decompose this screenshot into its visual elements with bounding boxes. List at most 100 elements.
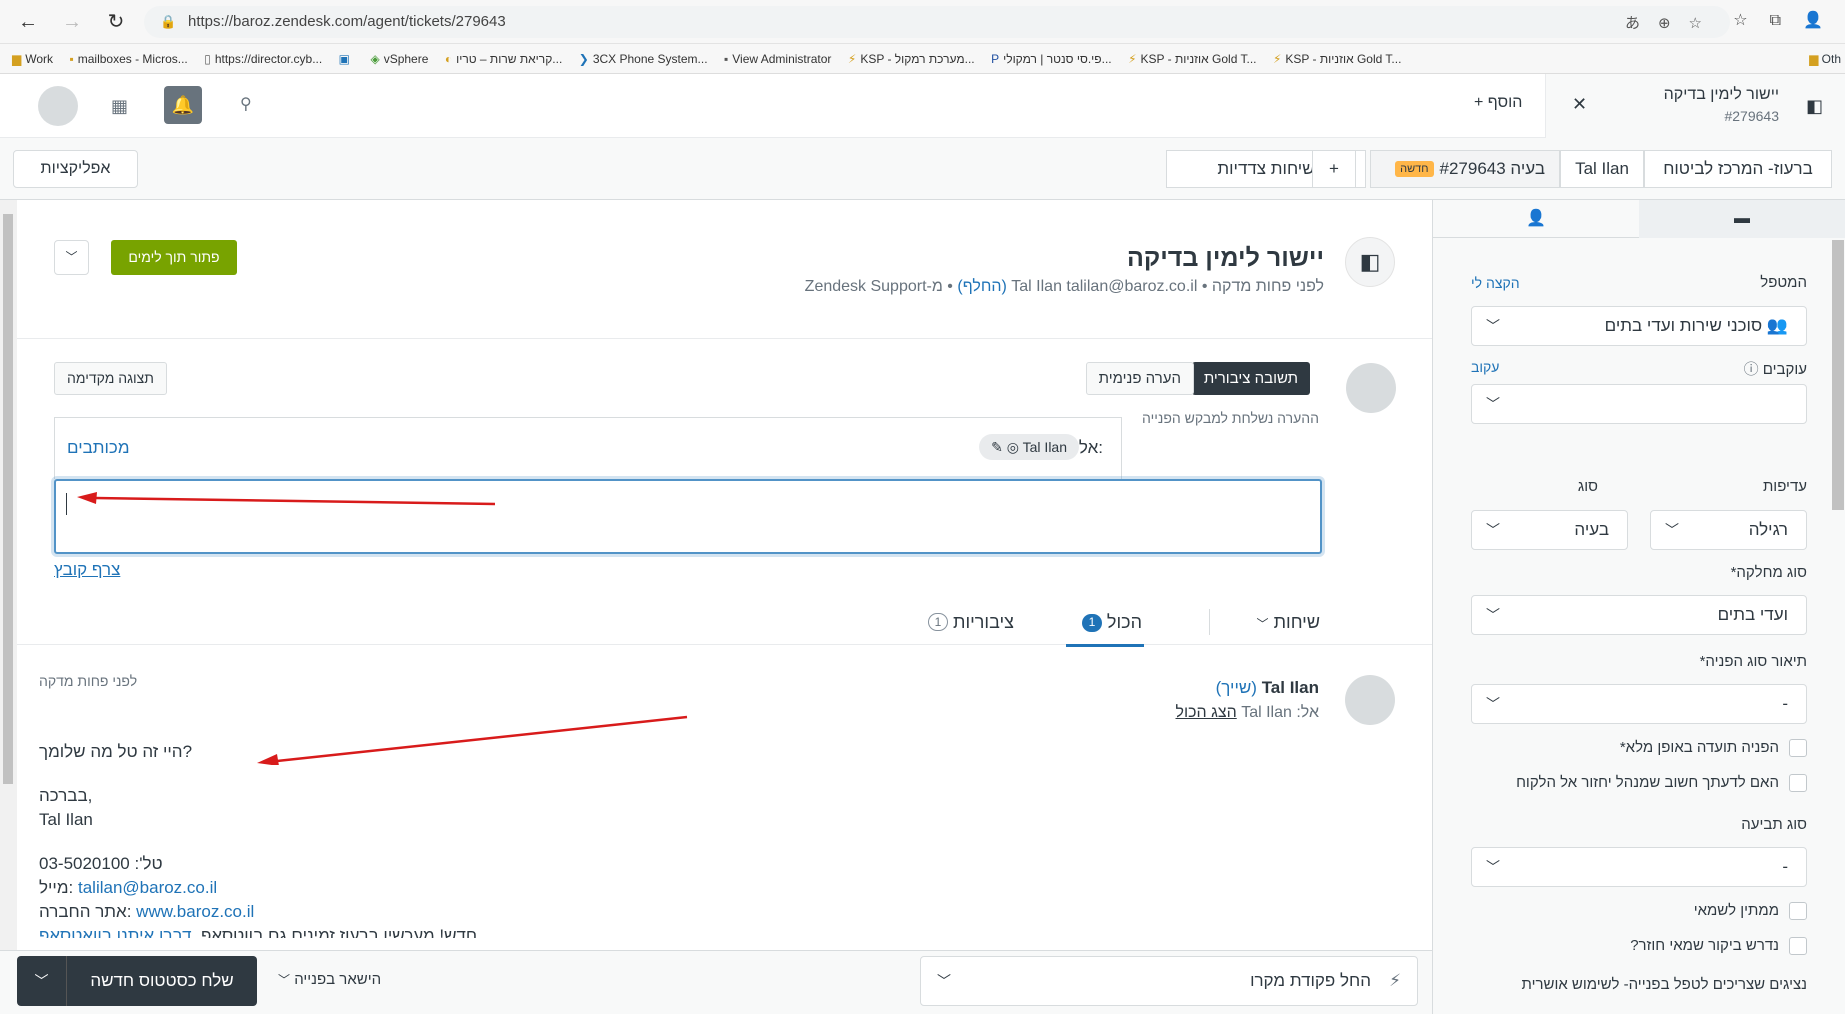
chevron-down-icon: ﹀ bbox=[1486, 859, 1500, 875]
change-requester-link[interactable]: (החלף) bbox=[957, 278, 1006, 295]
browser-actions-icon[interactable]: ☆⧉👤 bbox=[1733, 10, 1845, 30]
sidebar-scrollbar[interactable] bbox=[1832, 240, 1844, 510]
bookmark-item[interactable]: ▣ bbox=[338, 44, 354, 73]
annotation-arrow bbox=[77, 492, 496, 506]
apply-macro-select[interactable]: ﹀ החל פקודת מקרו ⚡ bbox=[920, 956, 1418, 1006]
preview-button[interactable]: תצוגה מקדימה bbox=[54, 362, 167, 395]
reload-icon[interactable]: ↻ bbox=[104, 10, 128, 34]
public-reply-button[interactable]: תשובה ציבורית bbox=[1191, 362, 1310, 395]
bookmark-item[interactable]: ⚡ KSP - אוזניות Gold T... bbox=[1128, 44, 1256, 73]
request-type-select[interactable]: - ﹀ bbox=[1471, 684, 1807, 724]
ticket-main: ◧ יישור לימין בדיקה לפני פחות מדקה • Tal… bbox=[17, 200, 1432, 950]
chevron-down-icon: ﹀ bbox=[937, 973, 951, 989]
followers-label: עוקבים ⓘ bbox=[1743, 361, 1807, 378]
assign-link[interactable]: (שייך) bbox=[1216, 678, 1257, 697]
bookmark-item[interactable]: ◐ קריאת שרות – טריו... bbox=[444, 44, 562, 73]
manager-callback-checkbox[interactable] bbox=[1789, 774, 1807, 792]
add-button[interactable]: + הוסף bbox=[1474, 94, 1522, 112]
message-line: היי זה טל מה שלומך? bbox=[39, 742, 193, 761]
bookmark-icon: ▪ bbox=[69, 52, 74, 66]
conversation-filters: שיחות ﹀ הכול 1 ציבוריות 1 bbox=[17, 585, 1432, 647]
lightning-icon: ⚡ bbox=[1389, 971, 1401, 990]
add-side-conversation-button[interactable]: + bbox=[1312, 150, 1356, 188]
bookmark-icon: ❯ bbox=[578, 52, 589, 66]
solve-button[interactable]: פתור תוך לימים bbox=[111, 240, 237, 275]
website-link[interactable]: www.baroz.co.il bbox=[136, 902, 254, 921]
followers-input[interactable]: ﹀ bbox=[1471, 384, 1807, 424]
products-grid-icon[interactable]: ▦ bbox=[111, 96, 128, 117]
address-bar-icons[interactable]: あ⊕☆ bbox=[1625, 12, 1720, 33]
attach-file-link[interactable]: צרף קובץ bbox=[54, 560, 120, 580]
waiting-appraiser-checkbox[interactable] bbox=[1789, 902, 1807, 920]
follow-link[interactable]: עקוב bbox=[1471, 359, 1499, 375]
email-link[interactable]: talilan@baroz.co.il bbox=[78, 878, 217, 897]
chevron-down-icon[interactable]: ﹀ bbox=[17, 956, 67, 1006]
bookmark-item[interactable]: ⚡ KSP - אוזניות Gold T... bbox=[1273, 44, 1401, 73]
main-scrollbar[interactable] bbox=[0, 200, 17, 950]
bookmark-item[interactable]: ❯ 3CX Phone System... bbox=[578, 44, 708, 73]
bookmark-icon: ◐ bbox=[444, 52, 453, 66]
submit-button[interactable]: שלח כסטטוס חדשה bbox=[67, 956, 257, 1006]
bookmark-item[interactable]: P פי.סי סנטר | רמקולי... bbox=[991, 44, 1112, 73]
search-icon[interactable]: ⚲ bbox=[240, 94, 252, 114]
forward-icon[interactable]: → bbox=[60, 10, 84, 34]
filter-public[interactable]: ציבוריות 1 bbox=[922, 612, 1014, 633]
other-bookmarks[interactable]: ▆ Oth bbox=[1809, 44, 1841, 73]
priority-select[interactable]: רגילה ﹀ bbox=[1650, 510, 1807, 550]
breadcrumb-ticket[interactable]: בעיה #279643 חדשה bbox=[1370, 150, 1560, 188]
claim-type-select[interactable]: - ﹀ bbox=[1471, 847, 1807, 887]
request-type-value: - bbox=[1782, 694, 1788, 713]
appraiser-revisit-checkbox[interactable] bbox=[1789, 937, 1807, 955]
priority-label: עדיפות bbox=[1762, 478, 1807, 495]
group-icon: 👥 bbox=[1762, 316, 1788, 335]
show-all-link[interactable]: הצג הכול bbox=[1176, 704, 1237, 721]
message-author[interactable]: Tal Ilan (שייך) bbox=[1216, 678, 1319, 698]
internal-note-button[interactable]: הערה פנימית bbox=[1085, 362, 1194, 395]
conversations-dropdown[interactable]: שיחות ﹀ bbox=[1257, 612, 1320, 633]
apps-button[interactable]: אפליקציות bbox=[13, 150, 138, 188]
address-bar[interactable]: 🔒 https://baroz.zendesk.com/agent/ticket… bbox=[144, 6, 1730, 38]
department-label: סוג מחלקה* bbox=[1730, 564, 1807, 581]
documented-checkbox[interactable] bbox=[1789, 739, 1807, 757]
signature-mail: מייל: talilan@baroz.co.il bbox=[39, 878, 218, 897]
bookmark-item[interactable]: ▪ View Administrator bbox=[724, 44, 831, 73]
bookmark-item[interactable]: ⚡ KSP - מערכת רמקול... bbox=[848, 44, 975, 73]
ticket-tab[interactable]: ✕ יישור לימין בדיקה #279643 ◧ bbox=[1545, 74, 1845, 138]
bookmark-item[interactable]: ▆ Work bbox=[12, 44, 53, 73]
bookmark-item[interactable]: ◈ vSphere bbox=[370, 44, 428, 73]
chevron-down-icon: ﹀ bbox=[1256, 617, 1269, 631]
edit-icon[interactable]: ✎ bbox=[991, 439, 1007, 455]
ticket-type-label: בעיה #279643 bbox=[1439, 159, 1545, 178]
assignee-value: סוכני שירות ועדי בתים bbox=[1604, 316, 1763, 335]
stay-on-ticket-dropdown[interactable]: הישאר בפנייה ﹀ bbox=[278, 971, 381, 988]
back-icon[interactable]: ← bbox=[16, 10, 40, 34]
type-select[interactable]: בעיה ﹀ bbox=[1471, 510, 1628, 550]
assign-to-me-link[interactable]: הקצה לי bbox=[1471, 275, 1520, 291]
notifications-bell-icon[interactable]: 🔔 bbox=[164, 86, 202, 124]
browser-toolbar: ← → ↻ 🔒 https://baroz.zendesk.com/agent/… bbox=[0, 0, 1845, 44]
assignee-select[interactable]: 👥 סוכני שירות ועדי בתים ﹀ bbox=[1471, 306, 1807, 346]
reply-note: ההערה נשלחת למבקש הפנייה bbox=[1142, 410, 1319, 426]
bookmark-item[interactable]: ▪ mailboxes - Micros... bbox=[69, 44, 187, 73]
filter-all[interactable]: הכול 1 bbox=[1076, 612, 1142, 633]
whatsapp-link[interactable]: דברו איתנו בוואטסאפ bbox=[39, 926, 192, 938]
bookmark-item[interactable]: ▯ https://director.cyb... bbox=[204, 44, 322, 73]
bookmark-icon: ▣ bbox=[338, 52, 351, 66]
count-badge: 1 bbox=[928, 613, 948, 631]
user-avatar[interactable] bbox=[38, 86, 78, 126]
ticket-subject[interactable]: יישור לימין בדיקה bbox=[1127, 244, 1324, 273]
chevron-down-icon[interactable]: ﹀ bbox=[54, 240, 89, 275]
breadcrumb-organization[interactable]: ברעוז- המרכז לביטוח bbox=[1644, 150, 1832, 188]
submit-bar: ﹀ שלח כסטטוס חדשה הישאר בפנייה ﹀ ﹀ החל פ… bbox=[0, 950, 1432, 1014]
recipient-chip[interactable]: ✎ ◎ Tal Ilan bbox=[979, 434, 1079, 460]
type-label: סוג bbox=[1577, 478, 1598, 495]
requester-icon[interactable]: 👤 bbox=[1433, 200, 1639, 238]
ticket-fields-icon[interactable]: ▬ bbox=[1639, 200, 1845, 238]
manager-callback-label: האם לדעתך חשוב שמנהל יחזור אל הלקוח bbox=[1516, 774, 1779, 791]
url-text[interactable]: https://baroz.zendesk.com/agent/tickets/… bbox=[188, 13, 506, 30]
close-icon[interactable]: ✕ bbox=[1572, 94, 1587, 115]
breadcrumb-user[interactable]: Tal Ilan bbox=[1560, 150, 1644, 188]
department-select[interactable]: ועדי בתים ﹀ bbox=[1471, 595, 1807, 635]
cc-link[interactable]: מכותבים bbox=[67, 438, 130, 458]
folder-icon: ▆ bbox=[12, 52, 22, 66]
